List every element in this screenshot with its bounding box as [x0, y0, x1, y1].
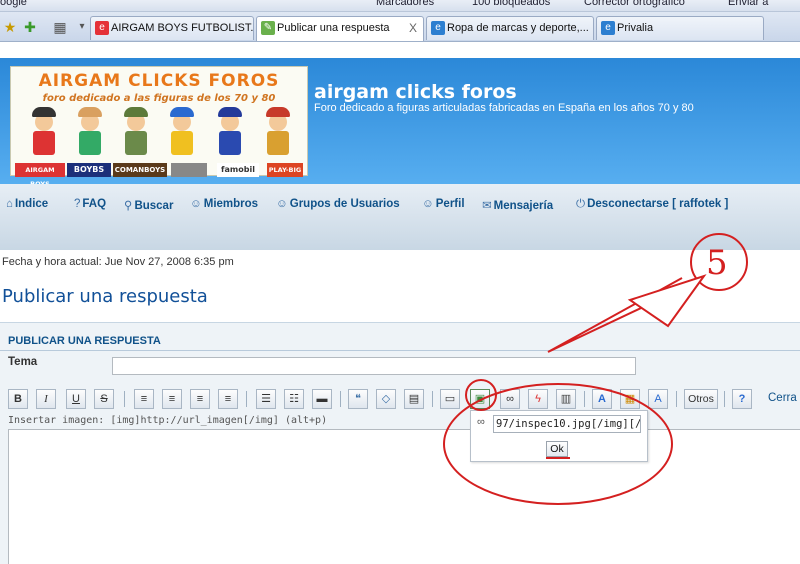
power-icon: ⏻ [576, 198, 586, 210]
align-left-icon[interactable]: ≡ [134, 389, 154, 409]
forum-icon: ✎ [261, 21, 275, 35]
brand-airgam-boys: AIRGAM BOYS [15, 163, 65, 188]
brand-boybs: BOYBS [67, 163, 111, 177]
editor-toolbar: B I U S ≡ ≡ ≡ ≡ ☰ ☷ ▬ ❝ ◇ ▤ ▭ ▣ ∞ ϟ ▥ A … [8, 389, 800, 409]
reply-panel-heading: PUBLICAR UNA RESPUESTA [8, 335, 161, 347]
help-icon[interactable]: ? [732, 389, 752, 409]
site-description: Foro dedicado a figuras articuladas fabr… [314, 102, 694, 114]
italic-button[interactable]: I [36, 389, 56, 409]
reply-panel: PUBLICAR UNA RESPUESTA Tema B I U S ≡ ≡ … [0, 322, 800, 564]
ebay-icon: e [95, 21, 109, 35]
current-datetime: Fecha y hora actual: Jue Nov 27, 2008 6:… [2, 256, 234, 268]
brand-badge [171, 163, 207, 177]
page-title: Publicar una respuesta [2, 286, 208, 307]
code-icon[interactable]: ◇ [376, 389, 396, 409]
brand-famobil: famobil [217, 163, 259, 177]
tab-ropa-marcas[interactable]: e Ropa de marcas y deporte,... [426, 16, 594, 40]
spellcheck-button[interactable]: Corrector ortográfico [584, 0, 685, 8]
tab-label: Ropa de marcas y deporte,... [447, 22, 589, 34]
ok-button[interactable]: Ok [546, 441, 568, 457]
browser-tab-strip: ★ ✚ ▦ ▾ e AIRGAM BOYS FUTBOLIST... ✎ Pub… [0, 12, 800, 42]
font-size-icon[interactable]: A [592, 389, 612, 409]
insert-image-icon[interactable]: ▣ [470, 389, 490, 409]
link-icon: ∞ [477, 416, 485, 428]
google-toolbar-label: oogle [0, 0, 27, 8]
help-icon: ? [74, 198, 81, 210]
align-justify-icon[interactable]: ≡ [218, 389, 238, 409]
tab-publicar-respuesta[interactable]: ✎ Publicar una respuesta X [256, 16, 424, 41]
subject-label: Tema [8, 356, 38, 368]
help-hint: Insertar imagen: [img]http://url_imagen[… [8, 415, 328, 426]
nav-item-miembros[interactable]: ☺ Miembros [190, 198, 258, 210]
otros-button[interactable]: Otros [684, 389, 718, 409]
nav-item-mensajeria[interactable]: ✉ Mensajería [482, 198, 553, 212]
tab-privalia[interactable]: e Privalia [596, 16, 764, 40]
flash-icon[interactable]: ϟ [528, 389, 548, 409]
figure-cowgirl [263, 107, 293, 161]
add-favorites-icon[interactable]: ✚ [22, 19, 38, 35]
tab-airgam-boys[interactable]: e AIRGAM BOYS FUTBOLIST... [90, 16, 254, 40]
image-url-popup: ∞ 97/inspec10.jpg[/img][/url] Ok [470, 410, 648, 462]
nav-item-perfil[interactable]: ☺ Perfil [422, 198, 465, 210]
close-tags-link[interactable]: Cerra [768, 392, 797, 404]
group-icon: ☺ [276, 198, 288, 210]
tab-label: Privalia [617, 22, 654, 34]
bullet-list-icon[interactable]: ☰ [256, 389, 276, 409]
font-face-icon[interactable]: A [648, 389, 668, 409]
ie-icon: e [431, 21, 445, 35]
figure-soldier [121, 107, 151, 161]
numbered-list-icon[interactable]: ☷ [284, 389, 304, 409]
tab-list-chevron-icon[interactable]: ▾ [74, 19, 90, 35]
site-name[interactable]: airgam clicks foros [314, 81, 517, 103]
underline-button[interactable]: U [66, 389, 86, 409]
align-center-icon[interactable]: ≡ [162, 389, 182, 409]
subject-input[interactable] [112, 357, 636, 375]
align-right-icon[interactable]: ≡ [190, 389, 210, 409]
nav-item-desconectarse[interactable]: ⏻ Desconectarse [ raffotek ] [576, 198, 728, 211]
brand-play-big: PLAY-BIG [267, 163, 303, 177]
figure-kid [167, 107, 197, 161]
quick-tabs-icon[interactable]: ▦ [52, 19, 68, 35]
site-header: AIRGAM CLICKS FOROS foro dedicado a las … [0, 58, 800, 188]
figure-cowboy [75, 107, 105, 161]
horizontal-rule-icon[interactable]: ▬ [312, 389, 332, 409]
logo-title: AIRGAM CLICKS FOROS [38, 71, 280, 91]
navbar: ⌂ Indice ? FAQ ⚲ Buscar ☺ Miembros ☺ Grupos d… [0, 184, 800, 250]
nav-item-grupos[interactable]: ☺ Grupos de Usuarios [276, 198, 400, 210]
image-url-input[interactable]: 97/inspec10.jpg[/img][/url] [493, 415, 641, 433]
ie-icon: e [601, 21, 615, 35]
nav-item-indice[interactable]: ⌂ Indice [6, 198, 48, 210]
favorites-star-icon[interactable]: ★ [2, 19, 18, 35]
profile-icon: ☺ [422, 198, 434, 210]
message-textarea[interactable] [8, 429, 800, 564]
figure-footballer [29, 107, 59, 161]
tab-label: AIRGAM BOYS FUTBOLIST... [111, 22, 254, 34]
color-picker-icon[interactable]: ▦ [620, 389, 640, 409]
video-icon[interactable]: ▥ [556, 389, 576, 409]
site-logo[interactable]: AIRGAM CLICKS FOROS foro dedicado a las … [10, 66, 308, 188]
page-icon[interactable]: ▭ [440, 389, 460, 409]
close-tab-icon[interactable]: X [409, 17, 417, 39]
quote-icon[interactable]: ❝ [348, 389, 368, 409]
link-icon[interactable]: ∞ [500, 389, 520, 409]
mail-icon: ✉ [482, 200, 492, 212]
search-icon: ⚲ [124, 200, 133, 212]
strike-button[interactable]: S [94, 389, 114, 409]
user-icon: ☺ [190, 198, 202, 210]
nav-item-faq[interactable]: ? FAQ [74, 198, 106, 210]
popup-blocker-button[interactable]: 100 bloqueados [472, 0, 550, 8]
divider [0, 350, 800, 351]
home-icon: ⌂ [6, 198, 13, 210]
figure-knight [215, 107, 245, 161]
browser-toolbar: oogle Marcadores 100 bloqueados Correcto… [0, 0, 800, 12]
logo-subtitle: foro dedicado a las figuras de los 70 y … [42, 93, 276, 104]
arrow-head [627, 274, 707, 328]
bold-button[interactable]: B [8, 389, 28, 409]
brand-comanboys: COMANBOYS [113, 163, 167, 177]
nav-item-buscar[interactable]: ⚲ Buscar [124, 198, 173, 212]
table-icon[interactable]: ▤ [404, 389, 424, 409]
send-to-button[interactable]: Enviar a [728, 0, 768, 8]
bookmarks-button[interactable]: Marcadores [376, 0, 434, 8]
tab-label: Publicar una respuesta [277, 22, 390, 34]
